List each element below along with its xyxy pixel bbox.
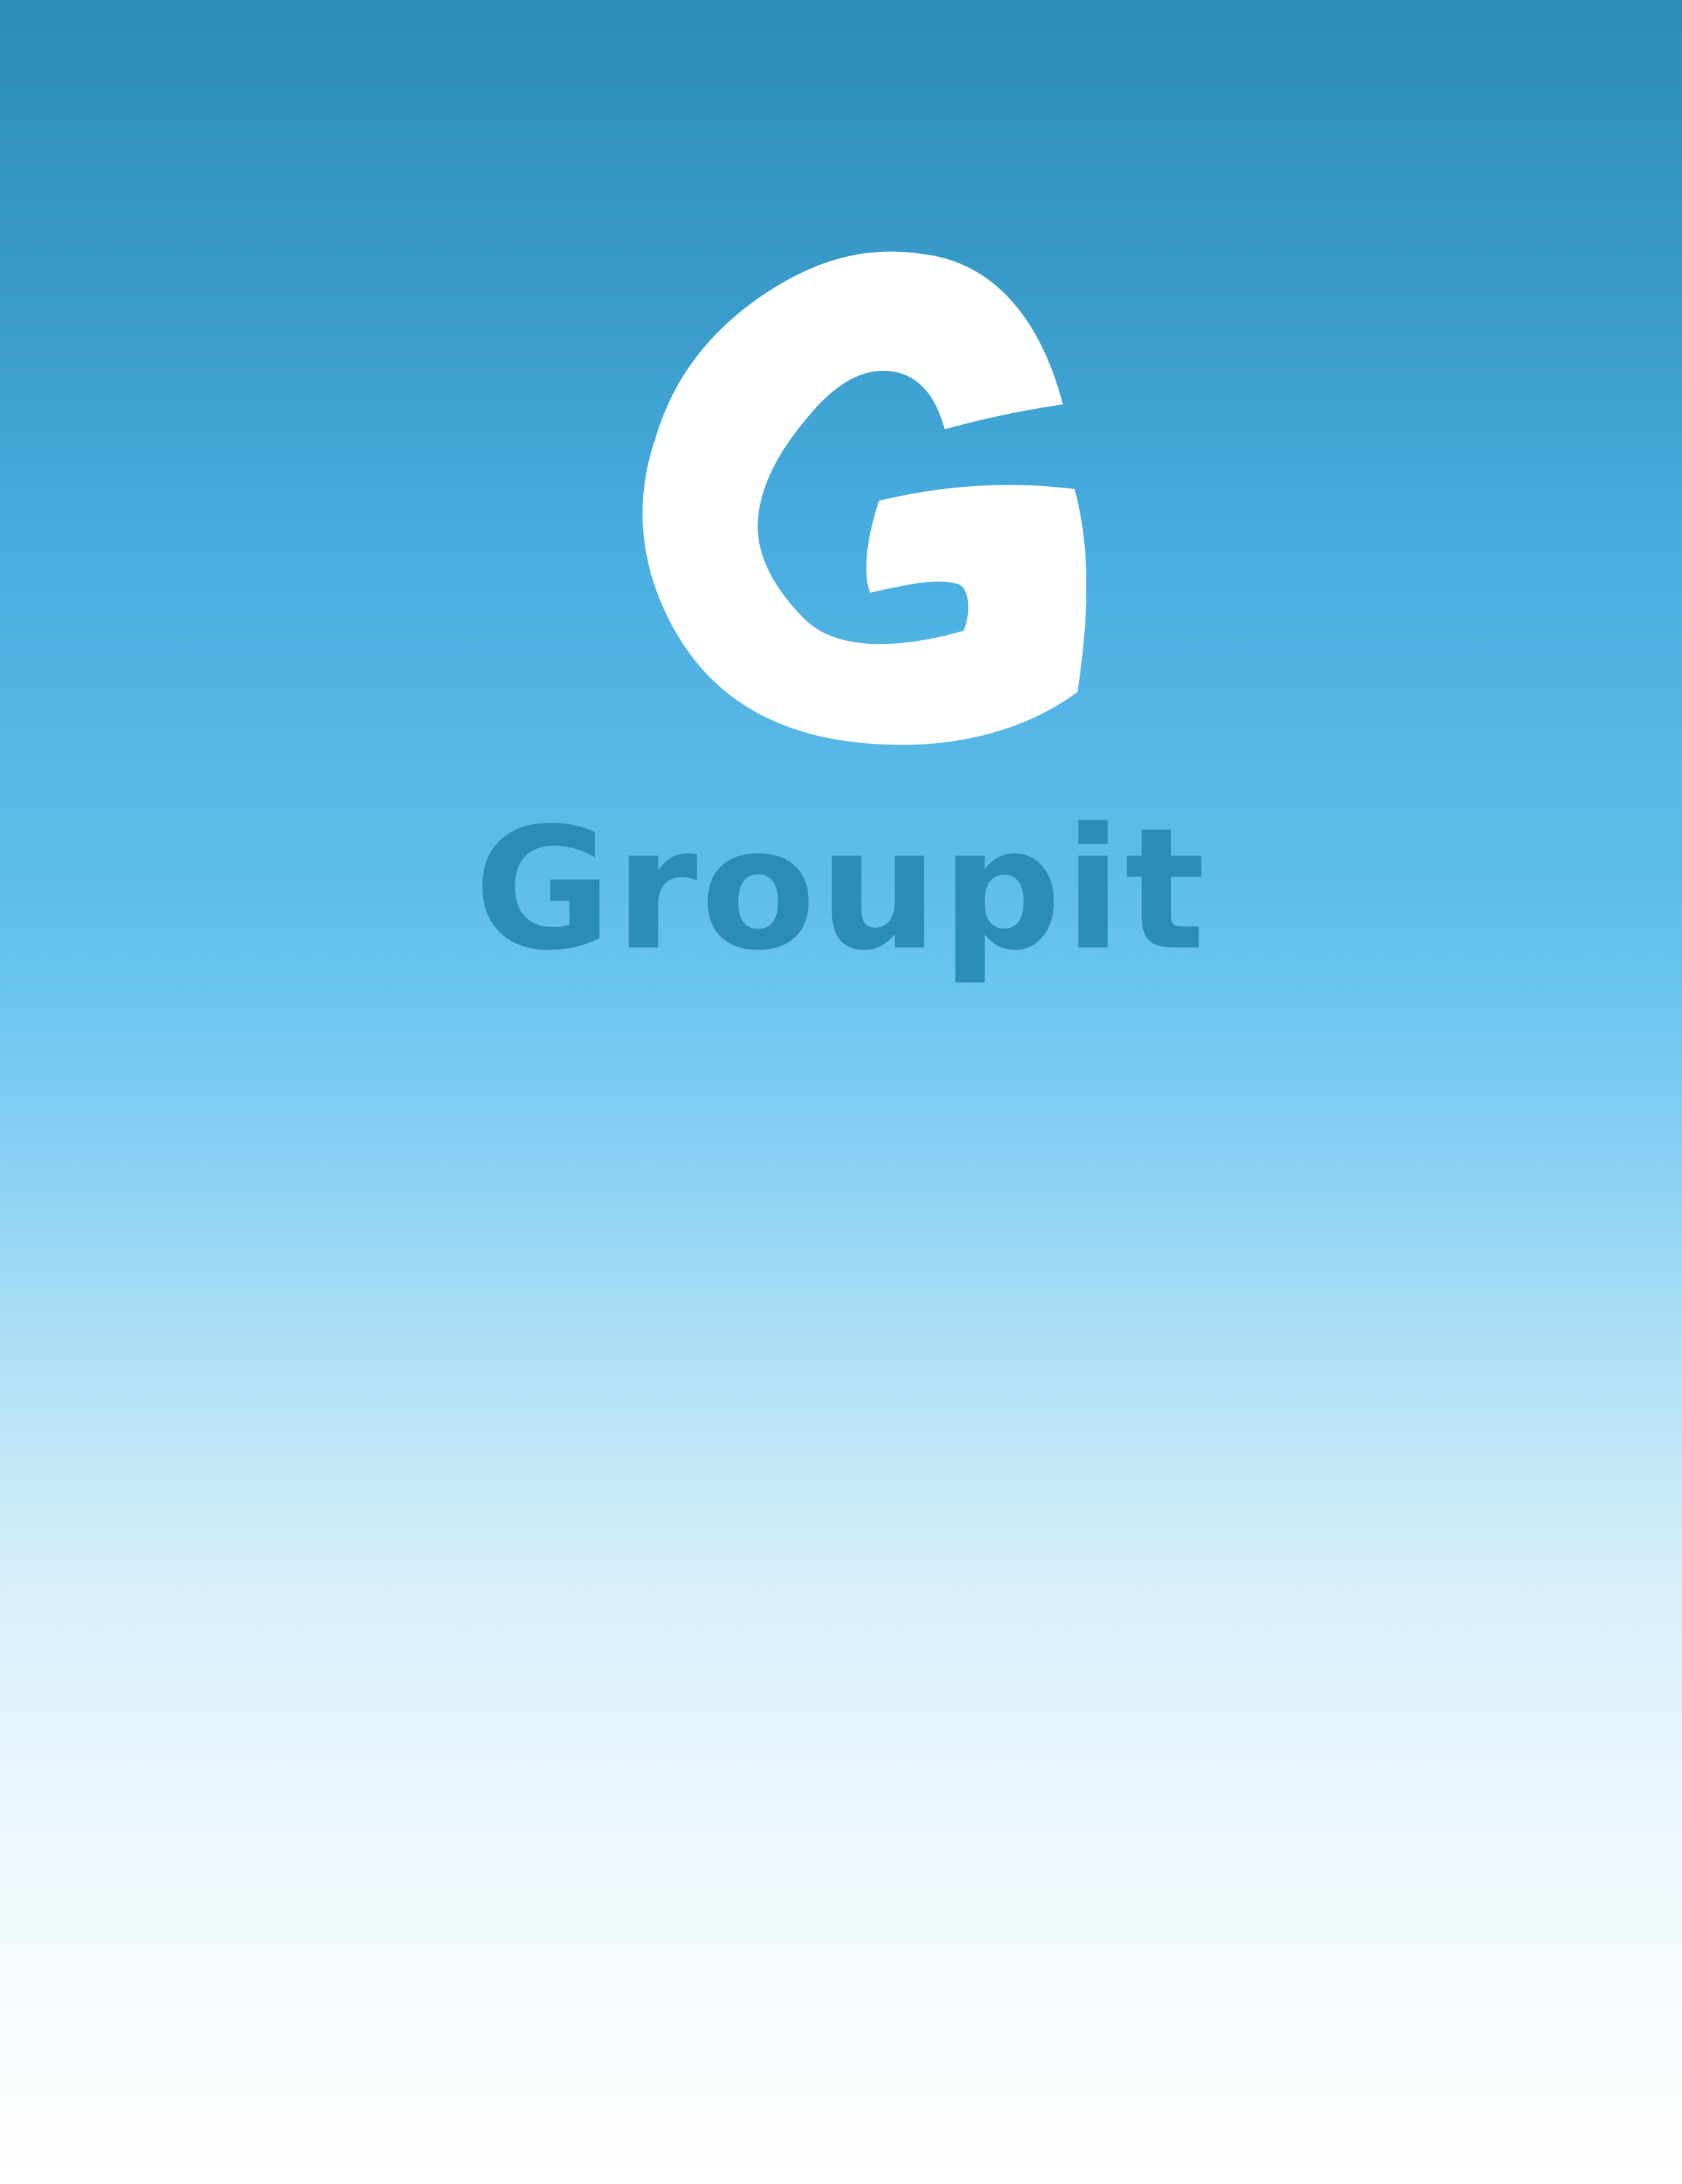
groupit-g-logo-icon bbox=[596, 248, 1086, 774]
logo-g-shape bbox=[642, 251, 1086, 745]
splash-screen: Groupit bbox=[0, 0, 1682, 2184]
app-name: Groupit bbox=[474, 793, 1208, 988]
